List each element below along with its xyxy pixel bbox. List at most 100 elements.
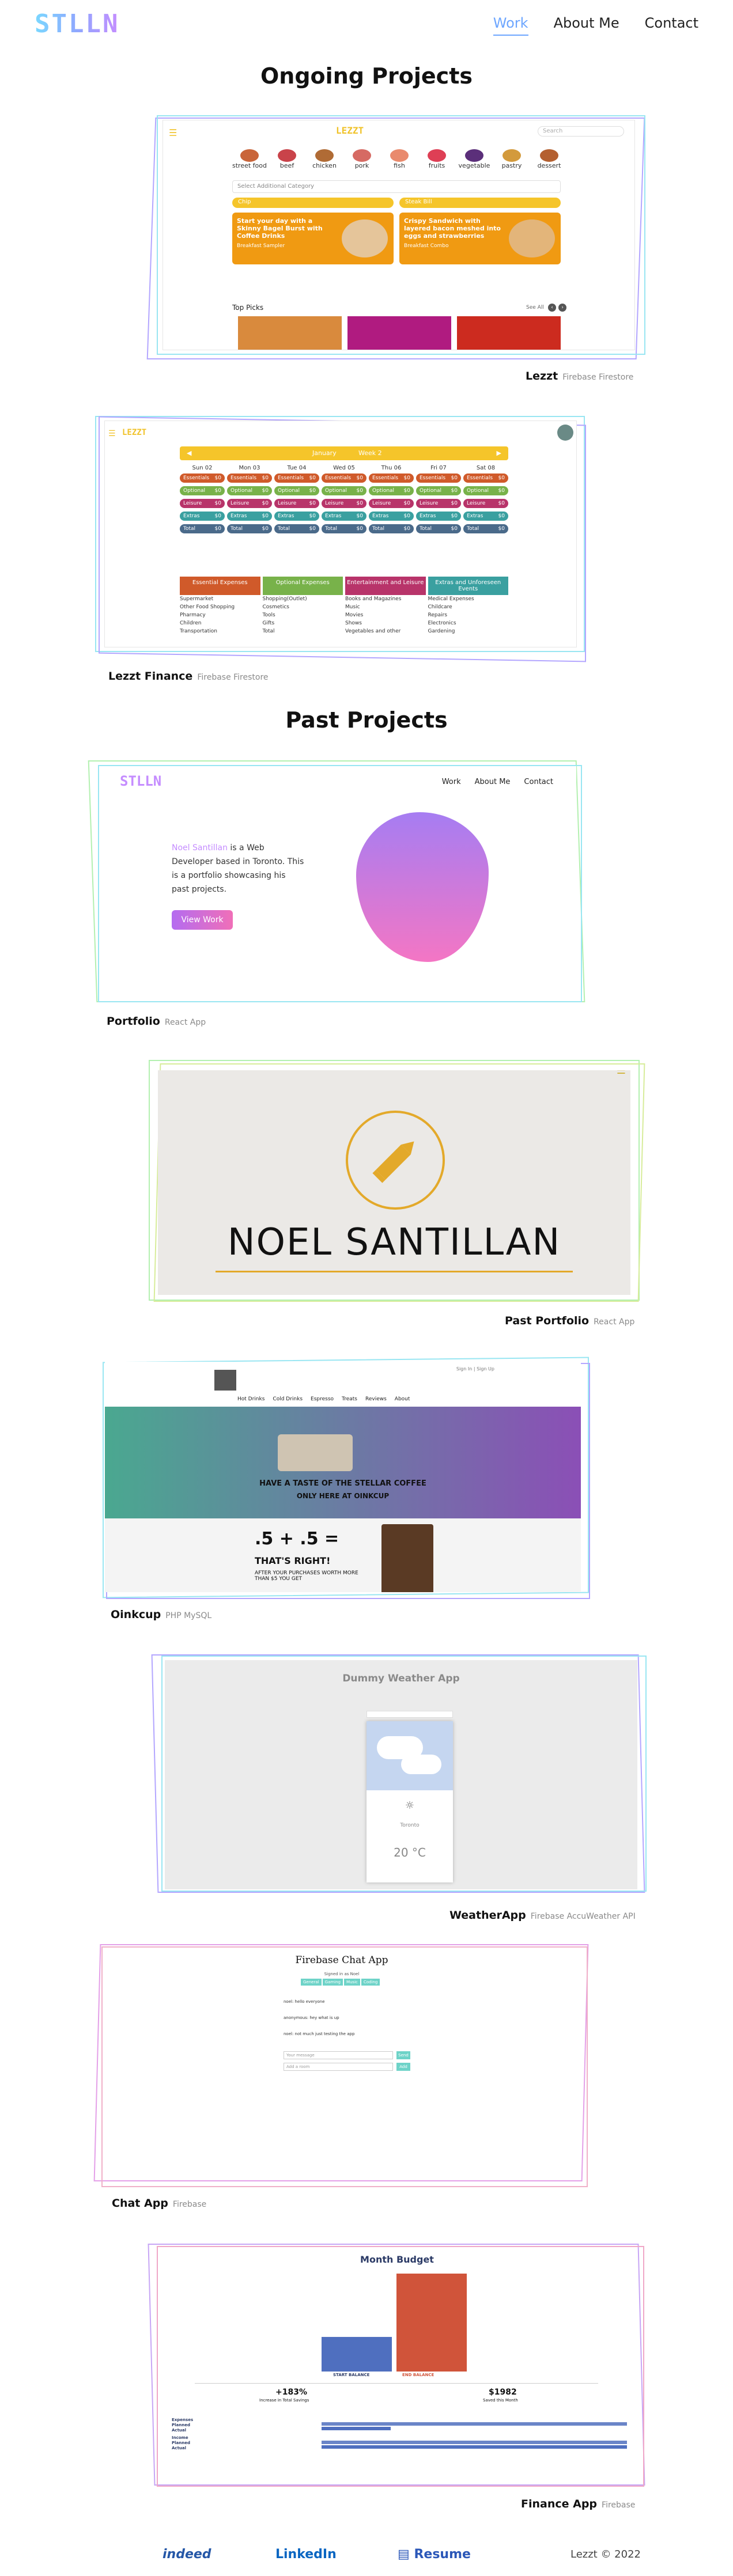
menu-icon: ☰ xyxy=(108,429,116,438)
budget-cell: Essentials $0 xyxy=(180,473,225,483)
oinkcup-screenshot: Sign In | Sign Up Hot Drinks Cold Drinks E… xyxy=(105,1362,581,1592)
divider xyxy=(195,2383,598,2384)
next-week-icon: ▶ xyxy=(496,449,501,457)
footer: indeed LinkedIn ▤ Resume Lezzt © 2022 xyxy=(0,2540,733,2569)
nav-work-link[interactable]: Work xyxy=(493,15,528,36)
budget-cell: Leisure $0 xyxy=(274,499,319,508)
portfolio-nav: Work About Me Contact xyxy=(441,778,553,786)
lezzt-screenshot: ☰ LEZZT Search street food beef chicken … xyxy=(163,120,635,350)
filter-bar-1: Chip xyxy=(232,198,394,208)
nav-about-link[interactable]: About Me xyxy=(554,15,619,36)
project-caption: Lezzt Firebase Firestore xyxy=(526,370,634,382)
day-header: Sun 02 xyxy=(192,465,213,471)
indeed-link[interactable]: indeed xyxy=(163,2547,211,2562)
past-projects-heading: Past Projects xyxy=(285,707,448,733)
site-logo[interactable]: STLLN xyxy=(35,9,119,39)
day-header: Mon 03 xyxy=(239,465,260,471)
nav-links: Work About Me Contact xyxy=(493,15,698,36)
budget-cell: Optional $0 xyxy=(180,486,225,495)
next-arrow-icon: › xyxy=(558,304,566,312)
project-oinkcup[interactable]: Sign In | Sign Up Hot Drinks Cold Drinks E… xyxy=(103,1357,592,1601)
linkedin-link[interactable]: LinkedIn xyxy=(275,2547,337,2562)
category-item: fish xyxy=(382,149,417,169)
week-nav-bar: ◀ January Week 2 ▶ xyxy=(180,446,508,460)
cloud-image xyxy=(366,1721,453,1790)
budget-cell: Total $0 xyxy=(227,524,272,533)
budget-row: Optional $0 Optional $0 Optional $0 Optional $0… xyxy=(180,486,508,495)
past-portfolio-screenshot: ☰ NOEL SANTILLAN xyxy=(158,1070,630,1295)
income-actual-bar xyxy=(322,2445,627,2449)
view-work-button: View Work xyxy=(172,910,233,930)
project-lezzt[interactable]: ☰ LEZZT Search street food beef chicken … xyxy=(146,115,647,369)
day-header-row: Sun 02 Mon 03 Tue 04 Wed 05 Thu 06 Fri 07 Sat … xyxy=(180,465,508,471)
project-chat[interactable]: Firebase Chat App Signed in as Noel Gene… xyxy=(93,1944,592,2192)
nav-contact-link[interactable]: Contact xyxy=(645,15,698,36)
budget-cell: Extras $0 xyxy=(274,512,319,521)
budget-cell: Leisure $0 xyxy=(227,499,272,508)
project-weather[interactable]: Dummy Weather App ☼ Toronto 20 °C xyxy=(151,1654,650,1902)
document-icon: ▤ xyxy=(398,2547,410,2562)
budget-cell: Total $0 xyxy=(369,524,414,533)
category-item: chicken xyxy=(307,149,342,169)
add-room-button: Add xyxy=(396,2063,410,2071)
category-column: Optional Expenses Shopping(Outlet) Cosmet… xyxy=(262,577,343,635)
budget-cell: Essentials $0 xyxy=(227,473,272,483)
budget-cell: Essentials $0 xyxy=(369,473,414,483)
top-nav: STLLN Work About Me Contact xyxy=(0,0,733,46)
resume-link[interactable]: ▤ Resume xyxy=(398,2547,471,2562)
project-lezzt-finance[interactable]: ☰ LEZZT ◀ January Week 2 ▶ Sun 02 Mon 03 T… xyxy=(95,416,591,664)
oinkcup-banner: HAVE A TASTE OF THE STELLAR COFFEE ONLY … xyxy=(105,1407,581,1518)
category-item: dessert xyxy=(532,149,566,169)
title-underline xyxy=(216,1271,573,1272)
message-list: noel: hello everyone anonymous: hey what… xyxy=(284,1999,355,2036)
budget-cell: Extras $0 xyxy=(322,512,366,521)
budget-cell: Leisure $0 xyxy=(463,499,508,508)
city-input xyxy=(366,1711,453,1718)
budget-row: Extras $0 Extras $0 Extras $0 Extras $0 Extras $0… xyxy=(180,512,508,521)
top-pick-image xyxy=(457,316,561,350)
budget-cell: Total $0 xyxy=(416,524,461,533)
budget-cell: Leisure $0 xyxy=(322,499,366,508)
day-header: Wed 05 xyxy=(333,465,355,471)
finance-logo: LEZZT xyxy=(122,428,147,437)
category-row: street food beef chicken pork fish fruit… xyxy=(232,149,566,169)
budget-cell: Extras $0 xyxy=(180,512,225,521)
start-balance-label: START BALANCE xyxy=(333,2373,370,2377)
budget-cell: Optional $0 xyxy=(227,486,272,495)
oinkcup-header: Sign In | Sign Up Hot Drinks Cold Drinks E… xyxy=(105,1362,581,1407)
top-picks-label: Top Picks xyxy=(232,304,264,312)
chat-title: Firebase Chat App xyxy=(295,1954,388,1966)
lezzt-logo: LEZZT xyxy=(336,125,364,136)
category-column: Entertainment and Leisure Books and Maga… xyxy=(345,577,426,635)
budget-cell: Essentials $0 xyxy=(274,473,319,483)
finance-screenshot: ☰ LEZZT ◀ January Week 2 ▶ Sun 02 Mon 03 T… xyxy=(104,421,577,647)
budget-cell: Total $0 xyxy=(463,524,508,533)
project-caption: Lezzt Finance Firebase Firestore xyxy=(108,670,269,683)
project-portfolio[interactable]: STLLN Work About Me Contact Noel Santillan… xyxy=(88,760,588,1008)
oinkcup-logo xyxy=(214,1370,236,1391)
project-past-portfolio[interactable]: ☰ NOEL SANTILLAN xyxy=(149,1060,645,1308)
budget-cell: Essentials $0 xyxy=(322,473,366,483)
room-tabs: General Gaming Music Coding xyxy=(301,1979,380,1986)
project-caption: Past Portfolio React App xyxy=(505,1314,635,1327)
sun-icon: ☼ xyxy=(405,1800,415,1812)
coffee-cup-image xyxy=(381,1524,433,1592)
project-caption: WeatherApp Firebase AccuWeather API xyxy=(449,1909,636,1922)
budget-cell: Extras $0 xyxy=(227,512,272,521)
oinkcup-menu: Hot Drinks Cold Drinks Espresso Treats Revie… xyxy=(237,1396,410,1402)
budget-cell: Extras $0 xyxy=(369,512,414,521)
budget-cell: Leisure $0 xyxy=(416,499,461,508)
project-caption: Finance App Firebase xyxy=(521,2498,636,2510)
budget-row-labels: Expenses Planned Actual Income Planned Actual xyxy=(172,2418,194,2450)
budget-cell: Essentials $0 xyxy=(416,473,461,483)
category-select: Select Additional Category xyxy=(232,180,561,193)
see-all-link: See All xyxy=(526,305,544,310)
project-caption: Portfolio React App xyxy=(107,1015,206,1028)
end-balance-bar xyxy=(396,2274,467,2372)
project-finance-app[interactable]: Month Budget START BALANCE END BALANCE +… xyxy=(148,2244,647,2491)
category-item: vegetable xyxy=(457,149,492,169)
day-header: Thu 06 xyxy=(381,465,402,471)
avatar xyxy=(557,425,573,441)
filter-bar-2: Steak Bill xyxy=(399,198,561,208)
budget-row: Essentials $0 Essentials $0 Essentials $0 Esse… xyxy=(180,473,508,483)
